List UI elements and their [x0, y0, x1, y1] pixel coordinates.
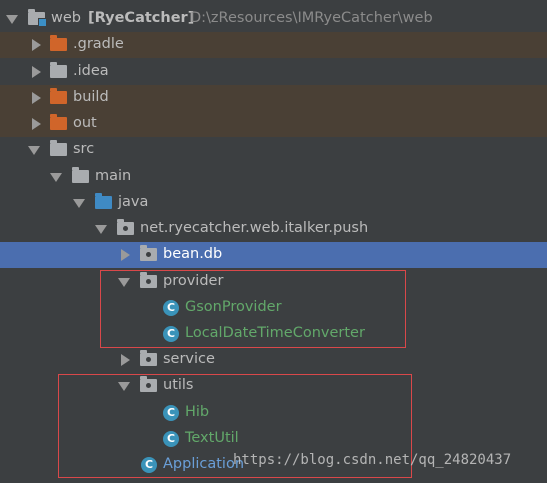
tree-item-label: main	[95, 168, 132, 184]
root-module: [RyeCatcher]	[88, 10, 195, 26]
tree-item-label: bean.db	[163, 246, 223, 262]
package-icon	[140, 350, 157, 366]
chevron-right-icon[interactable]	[121, 354, 130, 366]
source-folder-icon	[95, 193, 112, 209]
chevron-down-icon[interactable]	[73, 199, 85, 208]
tree-row-build[interactable]: build	[0, 85, 547, 111]
folder-icon	[50, 62, 67, 78]
tree-row-bean-db[interactable]: bean.db	[0, 242, 547, 268]
tree-item-label: .gradle	[73, 36, 124, 52]
tree-item-label: out	[73, 115, 97, 131]
tree-row-out[interactable]: out	[0, 111, 547, 137]
tree-item-label: .idea	[73, 63, 109, 79]
tree-item-label: build	[73, 89, 109, 105]
watermark: https://blog.csdn.net/qq_24820437	[233, 452, 512, 468]
chevron-right-icon[interactable]	[32, 39, 41, 51]
tree-row-root[interactable]: web [RyeCatcher] D:\zResources\IMRyeCatc…	[0, 6, 547, 32]
tree-row-java[interactable]: java	[0, 190, 547, 216]
tree-item-label: net.ryecatcher.web.italker.push	[140, 220, 369, 236]
highlight-box-provider	[100, 270, 406, 348]
chevron-right-icon[interactable]	[32, 92, 41, 104]
chevron-right-icon[interactable]	[32, 118, 41, 130]
folder-icon	[50, 35, 67, 51]
tree-row-src[interactable]: src	[0, 137, 547, 163]
folder-icon	[72, 167, 89, 183]
package-icon	[117, 219, 134, 235]
tree-row-idea[interactable]: .idea	[0, 59, 547, 85]
tree-item-label: java	[118, 194, 149, 210]
root-path: D:\zResources\IMRyeCatcher\web	[190, 10, 433, 26]
tree-row-service[interactable]: service	[0, 347, 547, 373]
folder-icon	[50, 140, 67, 156]
chevron-down-icon[interactable]	[50, 173, 62, 182]
tree-row-main[interactable]: main	[0, 164, 547, 190]
tree-item-label: src	[73, 141, 95, 157]
tree-item-label: service	[163, 351, 215, 367]
folder-icon	[50, 88, 67, 104]
tree-row-gradle[interactable]: .gradle	[0, 32, 547, 58]
tree-row-package[interactable]: net.ryecatcher.web.italker.push	[0, 216, 547, 242]
package-icon	[140, 245, 157, 261]
chevron-right-icon[interactable]	[32, 66, 41, 78]
folder-icon	[50, 114, 67, 130]
module-folder-icon	[28, 9, 47, 27]
chevron-down-icon[interactable]	[28, 146, 40, 155]
chevron-right-icon[interactable]	[121, 249, 130, 261]
chevron-down-icon[interactable]	[6, 15, 18, 24]
root-name: web	[51, 10, 81, 26]
chevron-down-icon[interactable]	[95, 225, 107, 234]
